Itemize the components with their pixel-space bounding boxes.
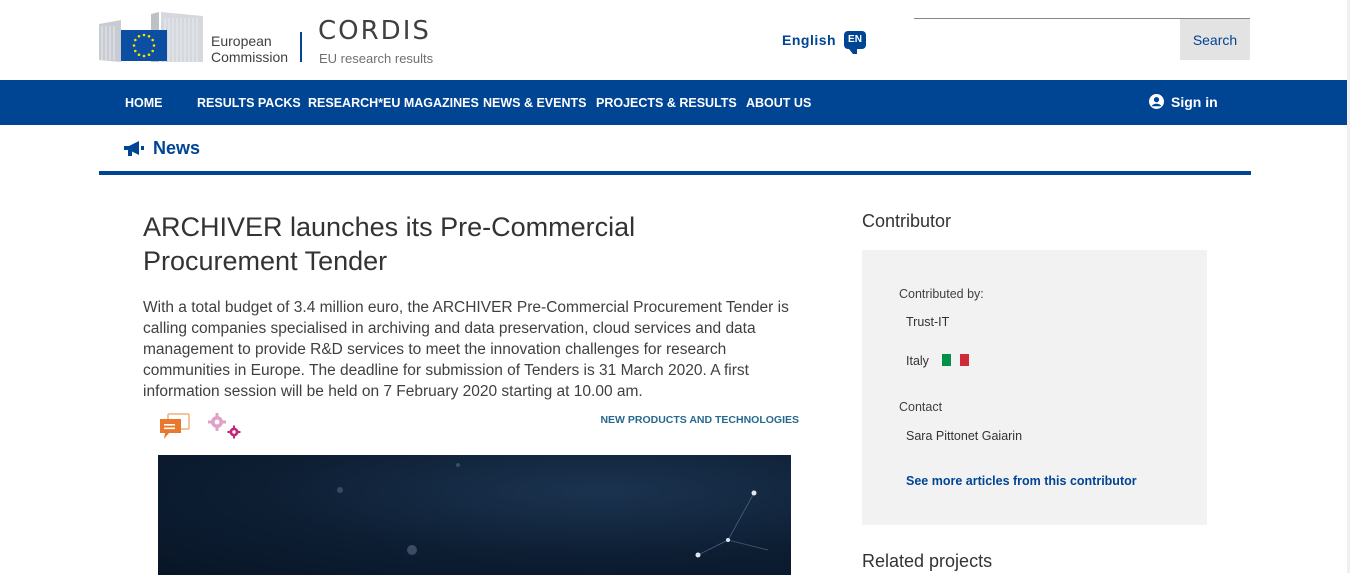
language-selector[interactable]: English (782, 32, 836, 48)
section-header: News (99, 125, 1251, 175)
european-commission-logo[interactable] (99, 10, 204, 64)
language-bubble-icon[interactable]: EN (844, 31, 866, 54)
contact-name: Sara Pittonet Gaiarin (906, 429, 1023, 443)
site-header: European Commission CORDIS EU research r… (0, 0, 1350, 80)
contact-label: Contact (899, 400, 943, 414)
megaphone-icon (124, 141, 144, 156)
sign-in-link[interactable]: Sign in (1149, 94, 1218, 110)
search-button[interactable]: Search (1180, 18, 1250, 60)
contributor-box: Contributed by: Trust-IT Italy Contact S… (862, 250, 1207, 525)
gears-icon[interactable] (208, 413, 242, 441)
user-icon (1149, 94, 1164, 109)
logo-divider (300, 32, 302, 62)
article-summary: With a total budget of 3.4 million euro,… (143, 299, 789, 400)
eu-flag-icon (121, 30, 167, 61)
nav-projects-results[interactable]: PROJECTS & RESULTS (596, 96, 737, 110)
nav-news-events[interactable]: NEWS & EVENTS (483, 96, 587, 110)
sign-in-label: Sign in (1171, 94, 1218, 110)
nav-home[interactable]: HOME (125, 96, 163, 110)
related-projects-heading: Related projects (862, 551, 993, 571)
section-title: News (153, 138, 201, 158)
search-input[interactable] (914, 19, 1184, 61)
contributed-by-label: Contributed by: (899, 287, 984, 301)
chat-icon[interactable] (159, 413, 191, 441)
article-category[interactable]: NEW PRODUCTS AND TECHNOLOGIES (560, 414, 799, 426)
more-articles-link[interactable]: See more articles from this contributor (906, 474, 1137, 488)
article-title: ARCHIVER launches its Pre-Commercial Pro… (143, 212, 636, 276)
ec-line-2: Commission (211, 49, 289, 65)
contributor-country: Italy (906, 354, 929, 368)
main-navigation: HOME RESULTS PACKS RESEARCH*EU MAGAZINES… (0, 80, 1350, 125)
nav-results-packs[interactable]: RESULTS PACKS (197, 96, 301, 110)
nav-research-eu-magazines[interactable]: RESEARCH*EU MAGAZINES (308, 96, 479, 110)
cordis-title[interactable]: CORDIS (318, 16, 431, 46)
contributor-name: Trust-IT (906, 315, 950, 329)
european-commission-text: European Commission (211, 33, 288, 65)
article-image (158, 455, 791, 575)
ec-line-1: European (211, 33, 272, 49)
cordis-subtitle: EU research results (319, 51, 434, 66)
contributor-heading: Contributor (862, 211, 952, 231)
italy-flag-icon (942, 353, 970, 366)
nav-about-us[interactable]: ABOUT US (746, 96, 811, 110)
